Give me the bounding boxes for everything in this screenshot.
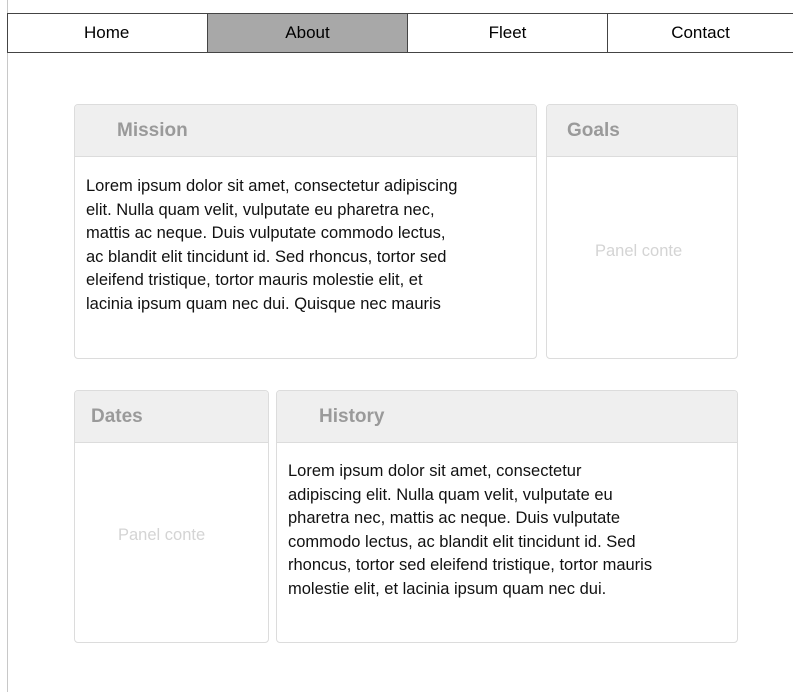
history-panel-title: History	[277, 391, 737, 443]
history-text-line: adipiscing elit. Nulla quam velit, vulpu…	[288, 485, 613, 504]
history-text-line: Lorem ipsum dolor sit amet, consectetur	[288, 462, 582, 480]
mission-panel: Mission Lorem ipsum dolor sit amet, cons…	[74, 104, 537, 359]
dates-panel-placeholder: Panel conte	[118, 526, 206, 544]
top-navigation: Home About Fleet Contact	[7, 13, 793, 53]
dates-panel-title: Dates	[75, 391, 268, 443]
mission-text-line: eleifend tristique, tortor mauris molest…	[86, 271, 423, 289]
mission-text-line: ac blandit elit tincidunt id. Sed rhoncu…	[86, 247, 447, 266]
nav-about[interactable]: About	[208, 14, 408, 52]
goals-panel-title: Goals	[547, 105, 737, 157]
mission-panel-body: Lorem ipsum dolor sit amet, consectetur …	[75, 157, 536, 316]
goals-panel: Goals Panel conte	[546, 104, 738, 359]
nav-home[interactable]: Home	[7, 14, 208, 52]
nav-fleet[interactable]: Fleet	[408, 14, 608, 52]
history-text-line: molestie elit, et lacinia ipsum quam nec…	[288, 579, 607, 598]
nav-contact[interactable]: Contact	[608, 14, 793, 52]
mission-text-line: mattis ac neque. Duis vulputate commodo …	[86, 224, 446, 242]
history-text-line: pharetra nec, mattis ac neque. Duis vulp…	[288, 509, 621, 527]
history-panel: History Lorem ipsum dolor sit amet, cons…	[276, 390, 738, 643]
goals-panel-placeholder: Panel conte	[595, 242, 683, 260]
mission-panel-title: Mission	[75, 105, 536, 157]
history-text-line: rhoncus, tortor sed eleifend tristique, …	[288, 556, 653, 574]
history-panel-body: Lorem ipsum dolor sit amet, consectetur …	[277, 443, 737, 601]
mission-text-line: Lorem ipsum dolor sit amet, consectetur …	[86, 177, 458, 195]
mission-text-line: lacinia ipsum quam nec dui. Quisque nec …	[86, 294, 441, 313]
history-text-line: commodo lectus, ac blandit elit tincidun…	[288, 532, 636, 551]
mission-text-line: elit. Nulla quam velit, vulputate eu pha…	[86, 200, 435, 219]
dates-panel: Dates Panel conte	[74, 390, 269, 643]
